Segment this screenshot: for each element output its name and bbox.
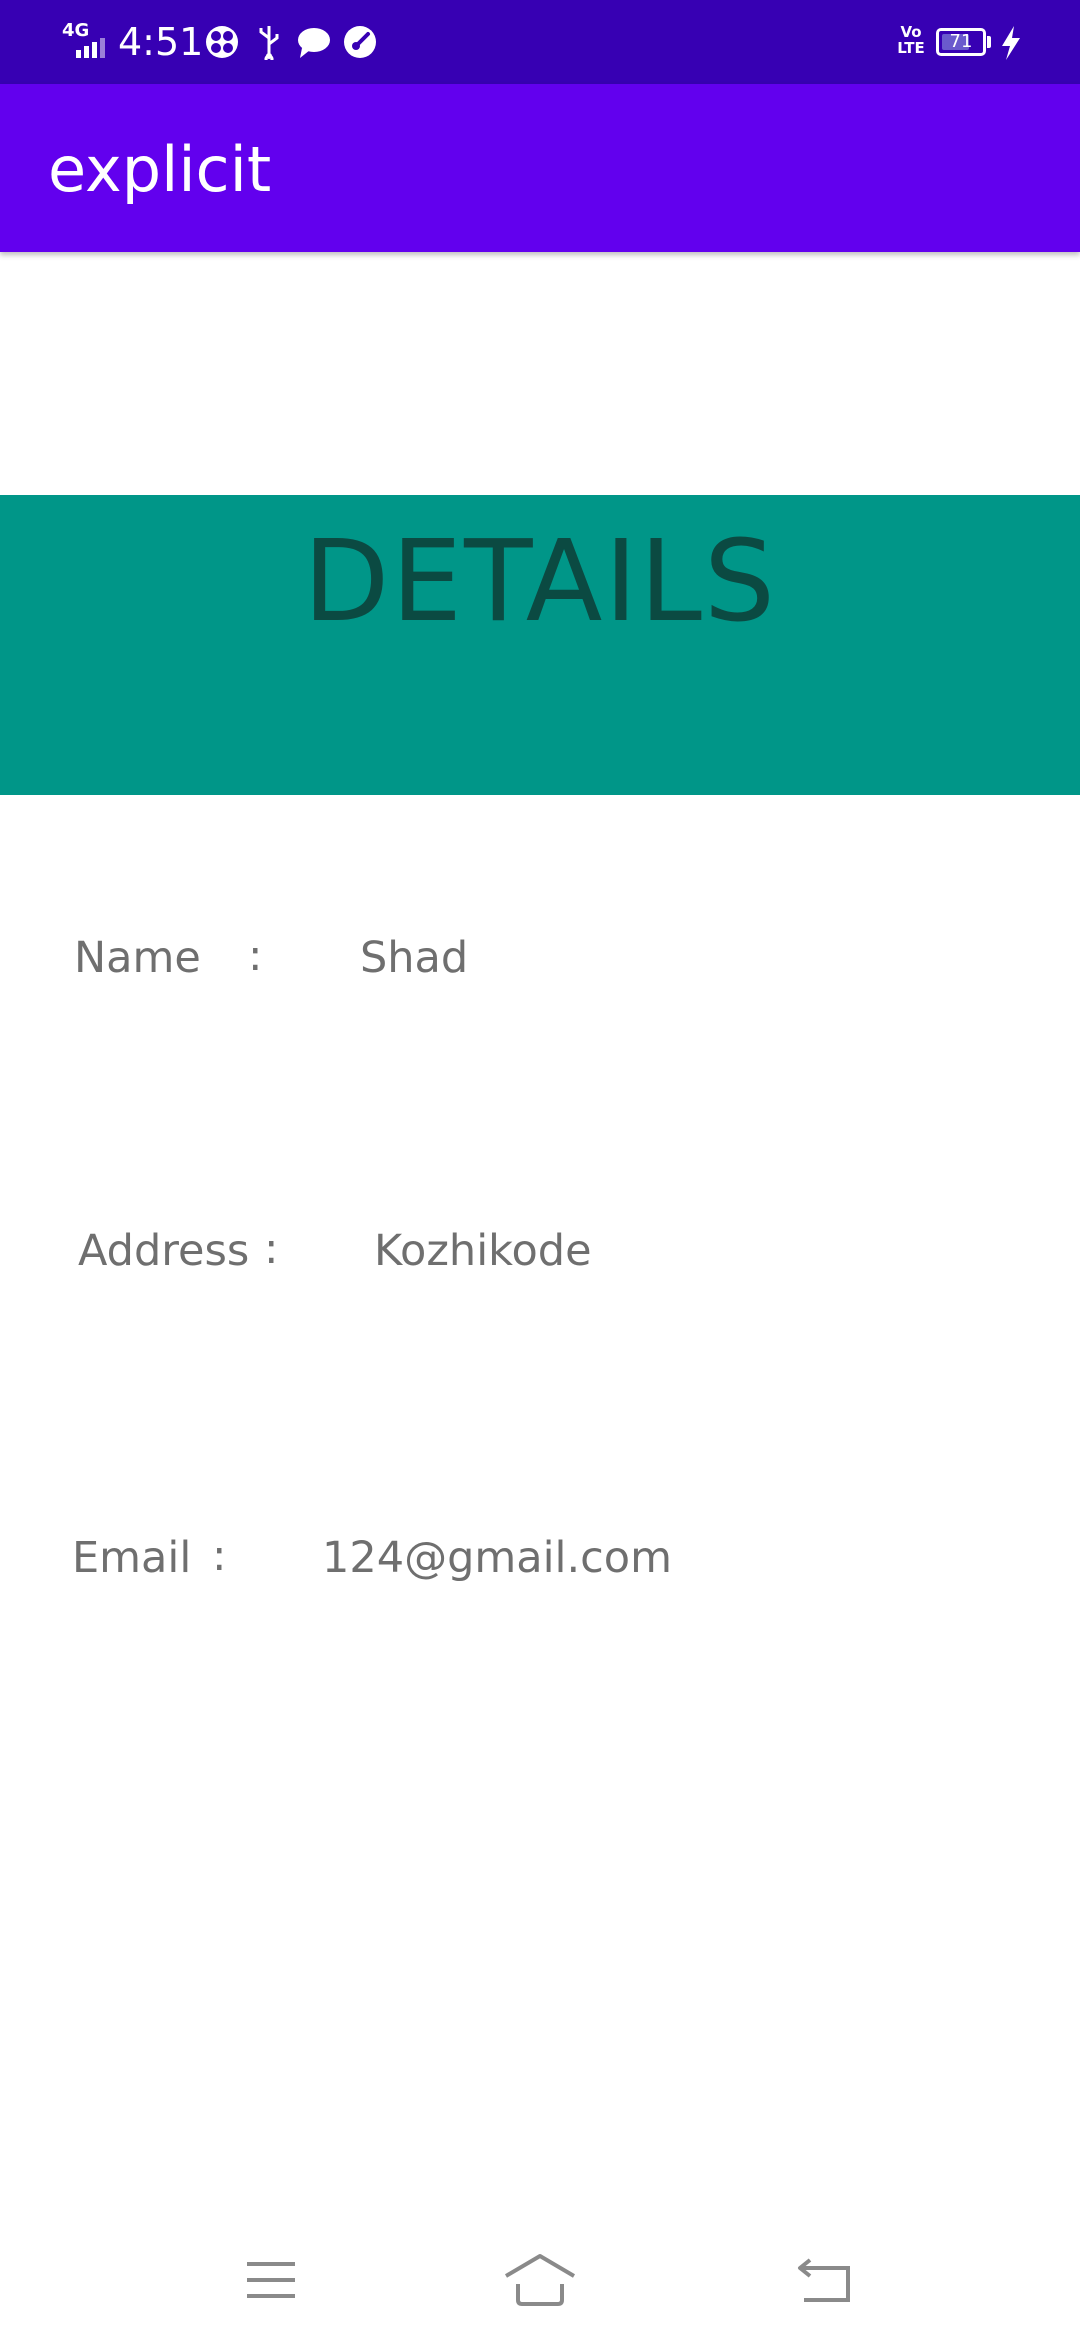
network-indicator: 4G [62, 22, 108, 62]
speed-icon [344, 26, 376, 58]
name-value: Shad [360, 933, 469, 983]
status-bar: 4G 4:51 Vo LTE 71 [0, 0, 1080, 84]
address-label: Address [78, 1226, 250, 1276]
email-label: Email [72, 1533, 192, 1583]
back-icon[interactable] [784, 2240, 864, 2320]
navigation-bar [0, 2220, 1080, 2340]
message-icon [298, 28, 330, 58]
details-banner: DETAILS [0, 495, 1080, 795]
app-bar: explicit [0, 84, 1080, 252]
signal-icon [76, 38, 105, 58]
volte-indicator: Vo LTE [897, 23, 925, 57]
name-label: Name [74, 933, 201, 983]
pinwheel-icon [206, 26, 238, 58]
home-icon[interactable] [500, 2240, 580, 2320]
name-separator: : [248, 931, 263, 981]
battery-tip [987, 36, 991, 48]
menu-icon[interactable] [231, 2240, 311, 2320]
battery-percent: 71 [949, 31, 973, 52]
email-value: 124@gmail.com [322, 1533, 673, 1583]
charging-icon [1002, 26, 1020, 60]
battery-icon: 71 [936, 28, 986, 56]
address-value: Kozhikode [374, 1226, 592, 1276]
status-time: 4:51 [118, 20, 204, 64]
usb-icon [259, 26, 279, 60]
details-heading: DETAILS [303, 517, 777, 647]
address-separator: : [264, 1224, 279, 1274]
app-title: explicit [48, 133, 272, 206]
email-separator: : [212, 1531, 227, 1581]
